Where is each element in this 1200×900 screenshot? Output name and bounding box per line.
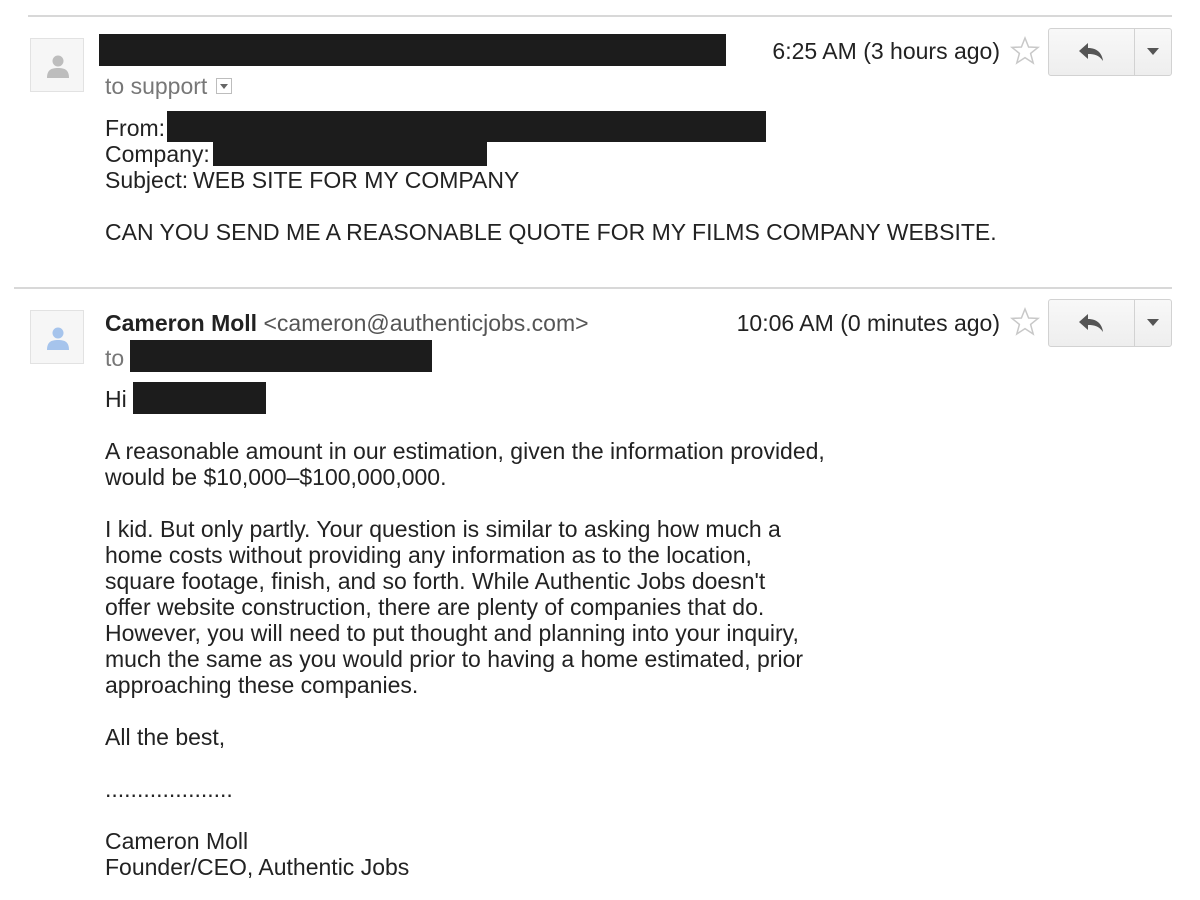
reply-button[interactable]: [1049, 29, 1135, 75]
recipient-label: to: [105, 345, 125, 371]
body-line: A reasonable amount in our estimation, g…: [105, 438, 825, 464]
subject-text: WEB SITE FOR MY COMPANY: [193, 167, 520, 193]
signature-separator: ....................: [105, 776, 233, 802]
message-time: 6:25 AM (3 hours ago): [772, 38, 1000, 64]
top-divider: [28, 15, 1172, 17]
sender-avatar[interactable]: [30, 38, 84, 92]
star-icon[interactable]: [1010, 307, 1040, 337]
subject-label: Subject:: [105, 167, 189, 193]
body-line: I kid. But only partly. Your question is…: [105, 516, 781, 542]
star-icon[interactable]: [1010, 36, 1040, 66]
sender-avatar[interactable]: [30, 310, 84, 364]
reply-button[interactable]: [1049, 300, 1135, 346]
message-body: A reasonable amount in our estimation, g…: [105, 438, 825, 880]
body-line: home costs without providing any informa…: [105, 542, 752, 568]
caret-down-icon: [220, 84, 228, 89]
show-details-toggle[interactable]: [216, 78, 232, 94]
reply-icon: [1079, 314, 1103, 332]
from-label: From:: [105, 115, 166, 141]
signature-name: Cameron Moll: [105, 828, 249, 854]
body-line: However, you will need to put thought an…: [105, 620, 799, 646]
reply-button-group: [1048, 28, 1172, 76]
greeting: Hi: [105, 386, 127, 412]
redacted-recipient: [130, 340, 432, 372]
message-divider: [14, 287, 1172, 289]
message-body: CAN YOU SEND ME A REASONABLE QUOTE FOR M…: [105, 219, 997, 245]
sender-line: Cameron Moll <cameron@authenticjobs.com>: [105, 310, 589, 336]
body-line: approaching these companies.: [105, 672, 419, 698]
body-line: offer website construction, there are pl…: [105, 594, 765, 620]
redacted-sender: [99, 34, 726, 66]
sender-email: <cameron@authenticjobs.com>: [263, 310, 589, 336]
redacted-from: [167, 111, 766, 142]
message-time: 10:06 AM (0 minutes ago): [736, 310, 1000, 336]
person-silhouette-icon: [47, 55, 69, 78]
redacted-company: [213, 141, 487, 166]
reply-button-group: [1048, 299, 1172, 347]
recipient-line: to support: [105, 73, 208, 99]
closing: All the best,: [105, 724, 226, 750]
redacted-greeting-name: [133, 382, 266, 414]
chevron-down-icon: [1147, 319, 1159, 326]
body-line: would be $10,000–$100,000,000.: [105, 464, 447, 490]
body-line: square footage, finish, and so forth. Wh…: [105, 568, 766, 594]
chevron-down-icon: [1147, 48, 1159, 55]
body-line: much the same as you would prior to havi…: [105, 646, 804, 672]
company-label: Company:: [105, 141, 210, 167]
more-options-button[interactable]: [1135, 300, 1171, 346]
reply-icon: [1079, 43, 1103, 61]
sender-name: Cameron Moll: [105, 310, 258, 336]
more-options-button[interactable]: [1135, 29, 1171, 75]
signature-title: Founder/CEO, Authentic Jobs: [105, 854, 410, 880]
person-silhouette-icon: [47, 327, 69, 350]
